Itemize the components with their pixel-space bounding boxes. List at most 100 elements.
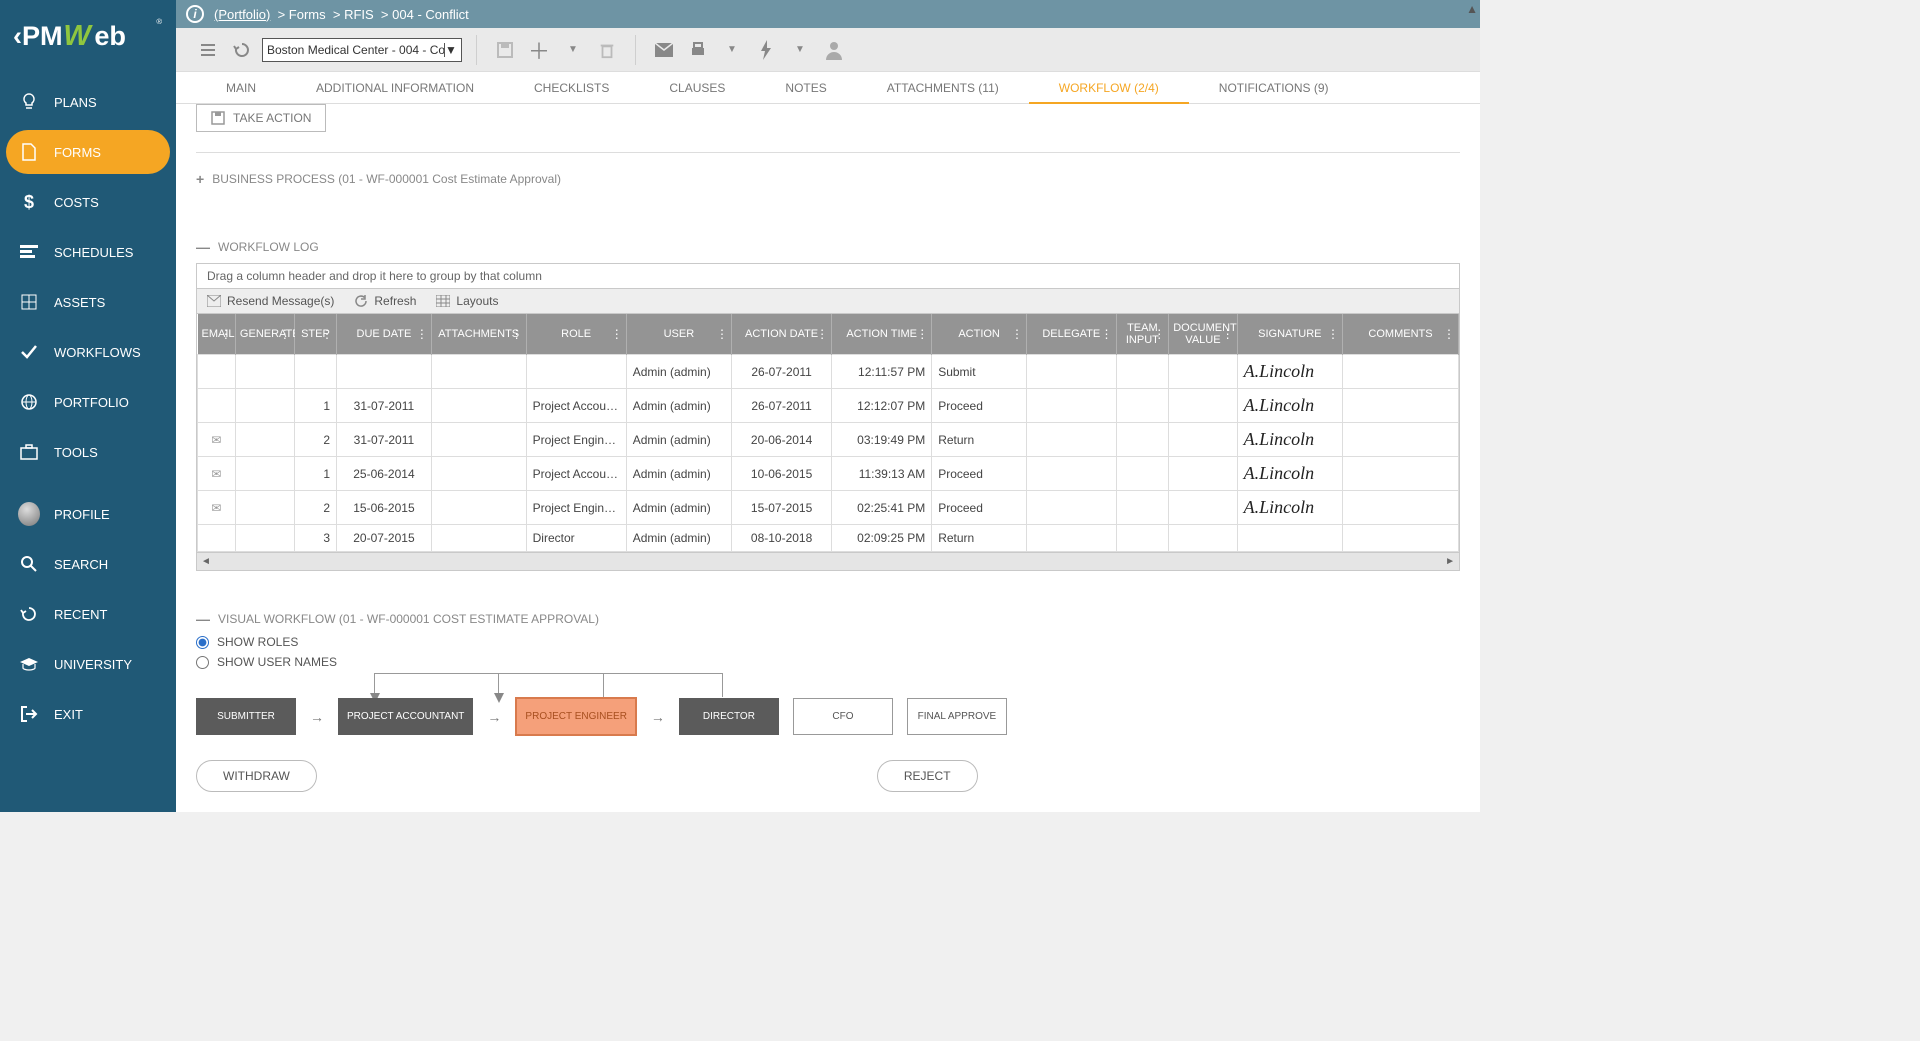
tab-attachments-[interactable]: ATTACHMENTS (11) [857,72,1029,103]
sidebar-item-plans[interactable]: PLANS [6,80,170,124]
workflow-node[interactable]: PROJECT ENGINEER [515,697,637,736]
sidebar-item-label: WORKFLOWS [54,345,141,360]
business-process-header[interactable]: + BUSINESS PROCESS (01 - WF-000001 Cost … [196,171,1460,187]
sidebar-item-tools[interactable]: TOOLS [6,430,170,474]
workflow-node[interactable]: DIRECTOR [679,698,779,735]
column-menu-icon[interactable]: ⋮ [511,327,523,341]
sidebar-item-assets[interactable]: ASSETS [6,280,170,324]
column-header[interactable]: GENERATE⋮ [235,314,294,355]
bolt-dropdown-icon[interactable]: ▼ [786,36,814,64]
column-menu-icon[interactable]: ⋮ [816,327,828,341]
record-selector[interactable]: Boston Medical Center - 004 - Confl ▼ [262,38,462,62]
column-header[interactable]: COMMENTS⋮ [1343,314,1459,355]
user-icon[interactable] [820,36,848,64]
table-row[interactable]: 320-07-2015DirectorAdmin (admin)08-10-20… [198,525,1459,552]
table-row[interactable]: ✉125-06-2014Project AccountantAdmin (adm… [198,457,1459,491]
workflow-log-header[interactable]: — WORKFLOW LOG [196,239,1460,255]
tab-clauses[interactable]: CLAUSES [639,72,755,103]
sidebar-item-workflows[interactable]: WORKFLOWS [6,330,170,374]
table-row[interactable]: 131-07-2011Project AccountantAdmin (admi… [198,389,1459,423]
workflow-node[interactable]: FINAL APPROVE [907,698,1007,735]
history-icon[interactable] [228,36,256,64]
add-icon[interactable]: ＋ [525,36,553,64]
horizontal-scrollbar[interactable]: ◄► [197,552,1459,570]
sidebar-item-university[interactable]: UNIVERSITY [6,642,170,686]
print-dropdown-icon[interactable]: ▼ [718,36,746,64]
column-menu-icon[interactable]: ⋮ [611,327,623,341]
column-header[interactable]: ACTION TIME⋮ [832,314,932,355]
grid-toolbar: Resend Message(s) Refresh Layouts [197,289,1459,314]
resend-button[interactable]: Resend Message(s) [207,294,334,308]
group-drop-zone[interactable]: Drag a column header and drop it here to… [197,264,1459,289]
sidebar-item-label: SCHEDULES [54,245,133,260]
reject-button[interactable]: REJECT [877,760,978,792]
column-header[interactable]: USER⋮ [626,314,731,355]
column-header[interactable]: STEP⋮ [294,314,336,355]
table-row[interactable]: Admin (admin)26-07-201112:11:57 PMSubmit… [198,355,1459,389]
column-header[interactable]: ACTION DATE⋮ [732,314,832,355]
column-menu-icon[interactable]: ⋮ [716,327,728,341]
sidebar-item-profile[interactable]: PROFILE [6,492,170,536]
column-menu-icon[interactable]: ⋮ [1101,327,1113,341]
sidebar-item-schedules[interactable]: SCHEDULES [6,230,170,274]
tab-additional-information[interactable]: ADDITIONAL INFORMATION [286,72,504,103]
column-menu-icon[interactable]: ⋮ [321,327,333,341]
layouts-button[interactable]: Layouts [436,294,498,308]
save-icon[interactable] [491,36,519,64]
column-menu-icon[interactable]: ⋮ [1153,327,1165,341]
column-header[interactable]: TEAM INPUT⋮ [1116,314,1169,355]
sidebar-item-recent[interactable]: RECENT [6,592,170,636]
sidebar-item-label: COSTS [54,195,99,210]
sidebar-item-forms[interactable]: FORMS [6,130,170,174]
tab-notes[interactable]: NOTES [755,72,856,103]
column-menu-icon[interactable]: ⋮ [1222,327,1234,341]
sidebar-item-exit[interactable]: EXIT [6,692,170,736]
scroll-arrow: ▲ [1466,2,1478,16]
workflow-node[interactable]: CFO [793,698,893,735]
bolt-icon[interactable] [752,36,780,64]
column-menu-icon[interactable]: ⋮ [220,327,232,341]
column-header[interactable]: DOCUMENT VALUE⋮ [1169,314,1237,355]
column-header[interactable]: SIGNATURE⋮ [1237,314,1342,355]
sidebar-item-costs[interactable]: $COSTS [6,180,170,224]
sidebar-item-portfolio[interactable]: PORTFOLIO [6,380,170,424]
table-row[interactable]: ✉215-06-2015Project EngineerAdmin (admin… [198,491,1459,525]
show-roles-radio[interactable]: SHOW ROLES [196,635,1460,649]
column-header[interactable]: DELEGATE⋮ [1027,314,1117,355]
withdraw-button[interactable]: WITHDRAW [196,760,317,792]
print-icon[interactable] [684,36,712,64]
refresh-button[interactable]: Refresh [354,294,416,308]
column-header[interactable]: EMAIL⋮ [198,314,236,355]
visual-workflow-header[interactable]: — VISUAL WORKFLOW (01 - WF-000001 COST E… [196,611,1460,627]
column-header[interactable]: ACTION⋮ [932,314,1027,355]
workflow-node[interactable]: PROJECT ACCOUNTANT [338,698,473,735]
workflow-node[interactable]: SUBMITTER [196,698,296,735]
take-action-button[interactable]: TAKE ACTION [196,104,326,132]
tab-notifications-[interactable]: NOTIFICATIONS (9) [1189,72,1359,103]
column-menu-icon[interactable]: ⋮ [1327,327,1339,341]
breadcrumb: (Portfolio) > Forms > RFIS > 004 - Confl… [214,7,469,22]
column-menu-icon[interactable]: ⋮ [1011,327,1023,341]
mail-icon[interactable] [650,36,678,64]
column-menu-icon[interactable]: ⋮ [1443,327,1455,341]
delete-icon[interactable] [593,36,621,64]
mail-icon: ✉ [211,467,221,481]
sidebar-item-search[interactable]: SEARCH [6,542,170,586]
mail-icon: ✉ [211,433,221,447]
tab-main[interactable]: MAIN [196,72,286,103]
info-icon[interactable]: i [186,5,204,23]
column-menu-icon[interactable]: ⋮ [916,327,928,341]
sidebar-item-label: TOOLS [54,445,98,460]
column-header[interactable]: ROLE⋮ [526,314,626,355]
list-icon[interactable] [194,36,222,64]
tab-checklists[interactable]: CHECKLISTS [504,72,639,103]
add-dropdown-icon[interactable]: ▼ [559,36,587,64]
column-menu-icon[interactable]: ⋮ [416,327,428,341]
breadcrumb-portfolio[interactable]: (Portfolio) [214,7,270,22]
column-header[interactable]: ATTACHMENTS⋮ [431,314,526,355]
column-menu-icon[interactable]: ⋮ [279,327,291,341]
column-header[interactable]: DUE DATE⋮ [337,314,432,355]
show-users-radio[interactable]: SHOW USER NAMES [196,655,1460,669]
tab-workflow-[interactable]: WORKFLOW (2/4) [1029,72,1189,103]
table-row[interactable]: ✉231-07-2011Project EngineerAdmin (admin… [198,423,1459,457]
